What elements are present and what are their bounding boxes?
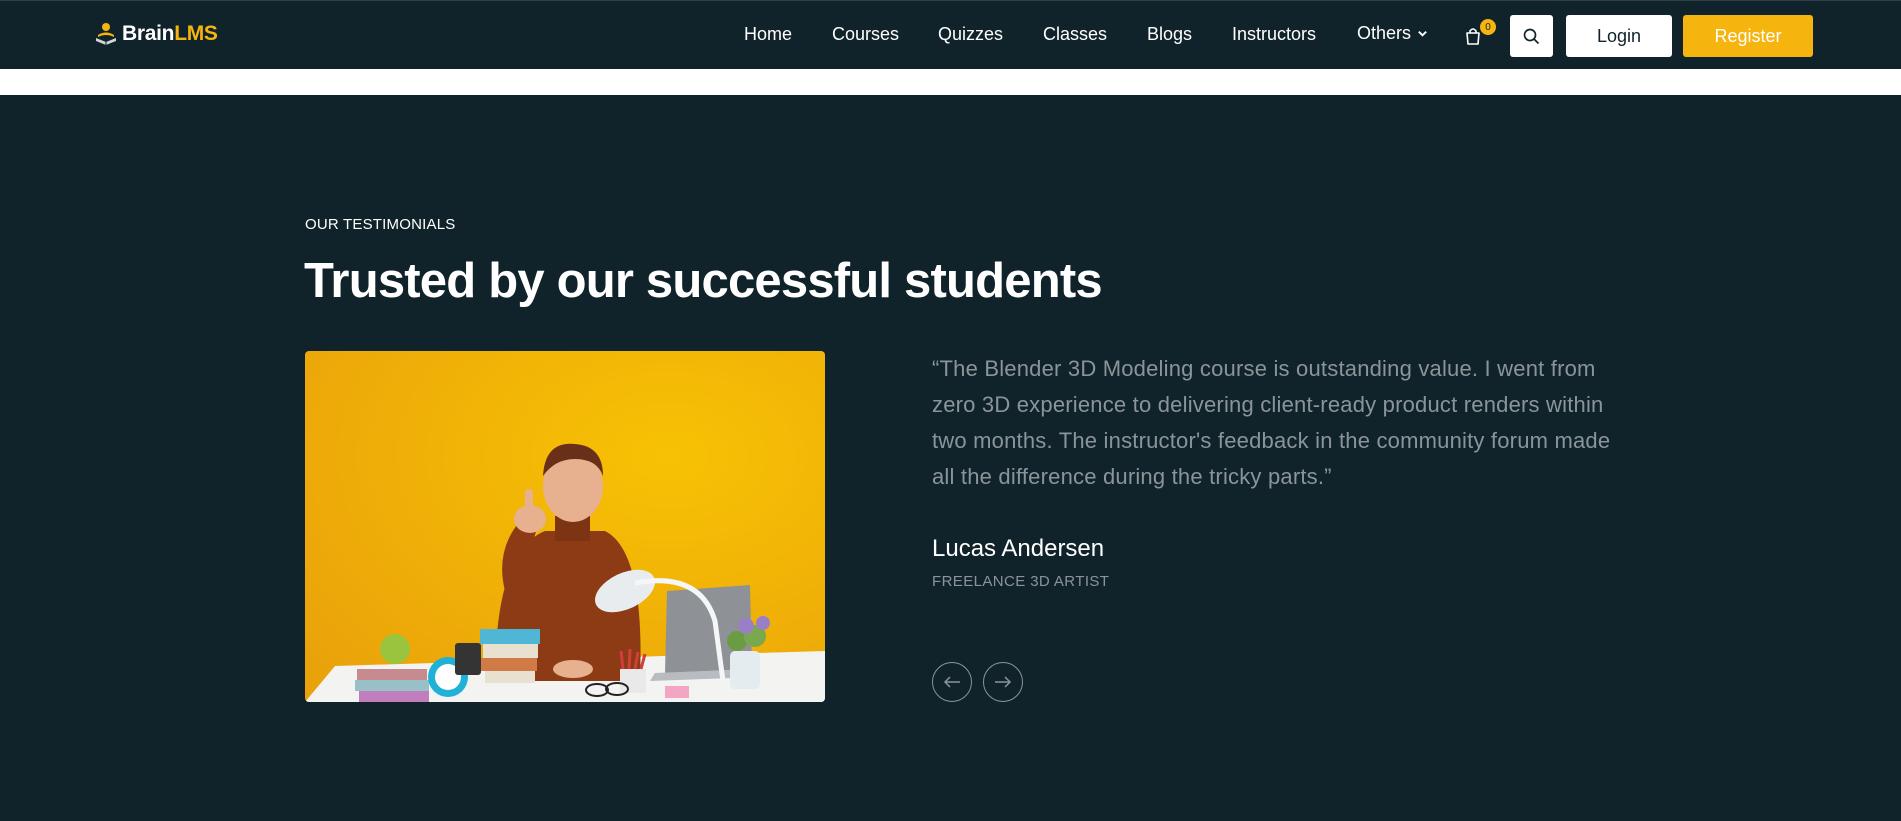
testimonial-author-role: FREELANCE 3D ARTIST	[932, 573, 1110, 590]
logo-text: BrainLMS	[122, 22, 218, 46]
nav-courses[interactable]: Courses	[832, 24, 899, 45]
nav-blogs[interactable]: Blogs	[1147, 24, 1192, 45]
search-icon	[1523, 28, 1540, 44]
student-photo-illustration	[305, 351, 825, 702]
next-testimonial-button[interactable]	[983, 662, 1023, 702]
brand-logo[interactable]: BrainLMS	[94, 21, 218, 47]
nav-quizzes[interactable]: Quizzes	[938, 24, 1003, 45]
testimonial-author-name: Lucas Andersen	[932, 535, 1105, 562]
testimonial-quote: “The Blender 3D Modeling course is outst…	[932, 356, 1611, 489]
arrow-right-icon	[995, 676, 1012, 688]
search-button[interactable]	[1510, 15, 1553, 57]
testimonial-photo	[305, 351, 825, 702]
nav-instructors[interactable]: Instructors	[1232, 24, 1316, 45]
nav-others-dropdown[interactable]: Others	[1357, 23, 1428, 44]
previous-testimonial-button[interactable]	[932, 662, 972, 702]
register-button[interactable]: Register	[1683, 15, 1813, 57]
site-header: BrainLMS Home Courses Quizzes Classes Bl…	[0, 0, 1901, 69]
arrow-left-icon	[943, 676, 960, 688]
chevron-down-icon	[1418, 31, 1427, 37]
section-eyebrow: OUR TESTIMONIALS	[305, 216, 456, 233]
book-reader-icon	[96, 23, 116, 45]
login-button[interactable]: Login	[1566, 15, 1672, 57]
cart-count-badge: 0	[1480, 19, 1496, 35]
nav-classes[interactable]: Classes	[1043, 24, 1107, 45]
nav-others-label: Others	[1357, 23, 1412, 43]
section-title: Trusted by our successful students	[304, 254, 1103, 308]
nav-home[interactable]: Home	[744, 24, 792, 45]
section-divider	[0, 69, 1901, 95]
logo-brain-text: Brain	[122, 22, 175, 45]
logo-lms-text: LMS	[174, 22, 218, 45]
